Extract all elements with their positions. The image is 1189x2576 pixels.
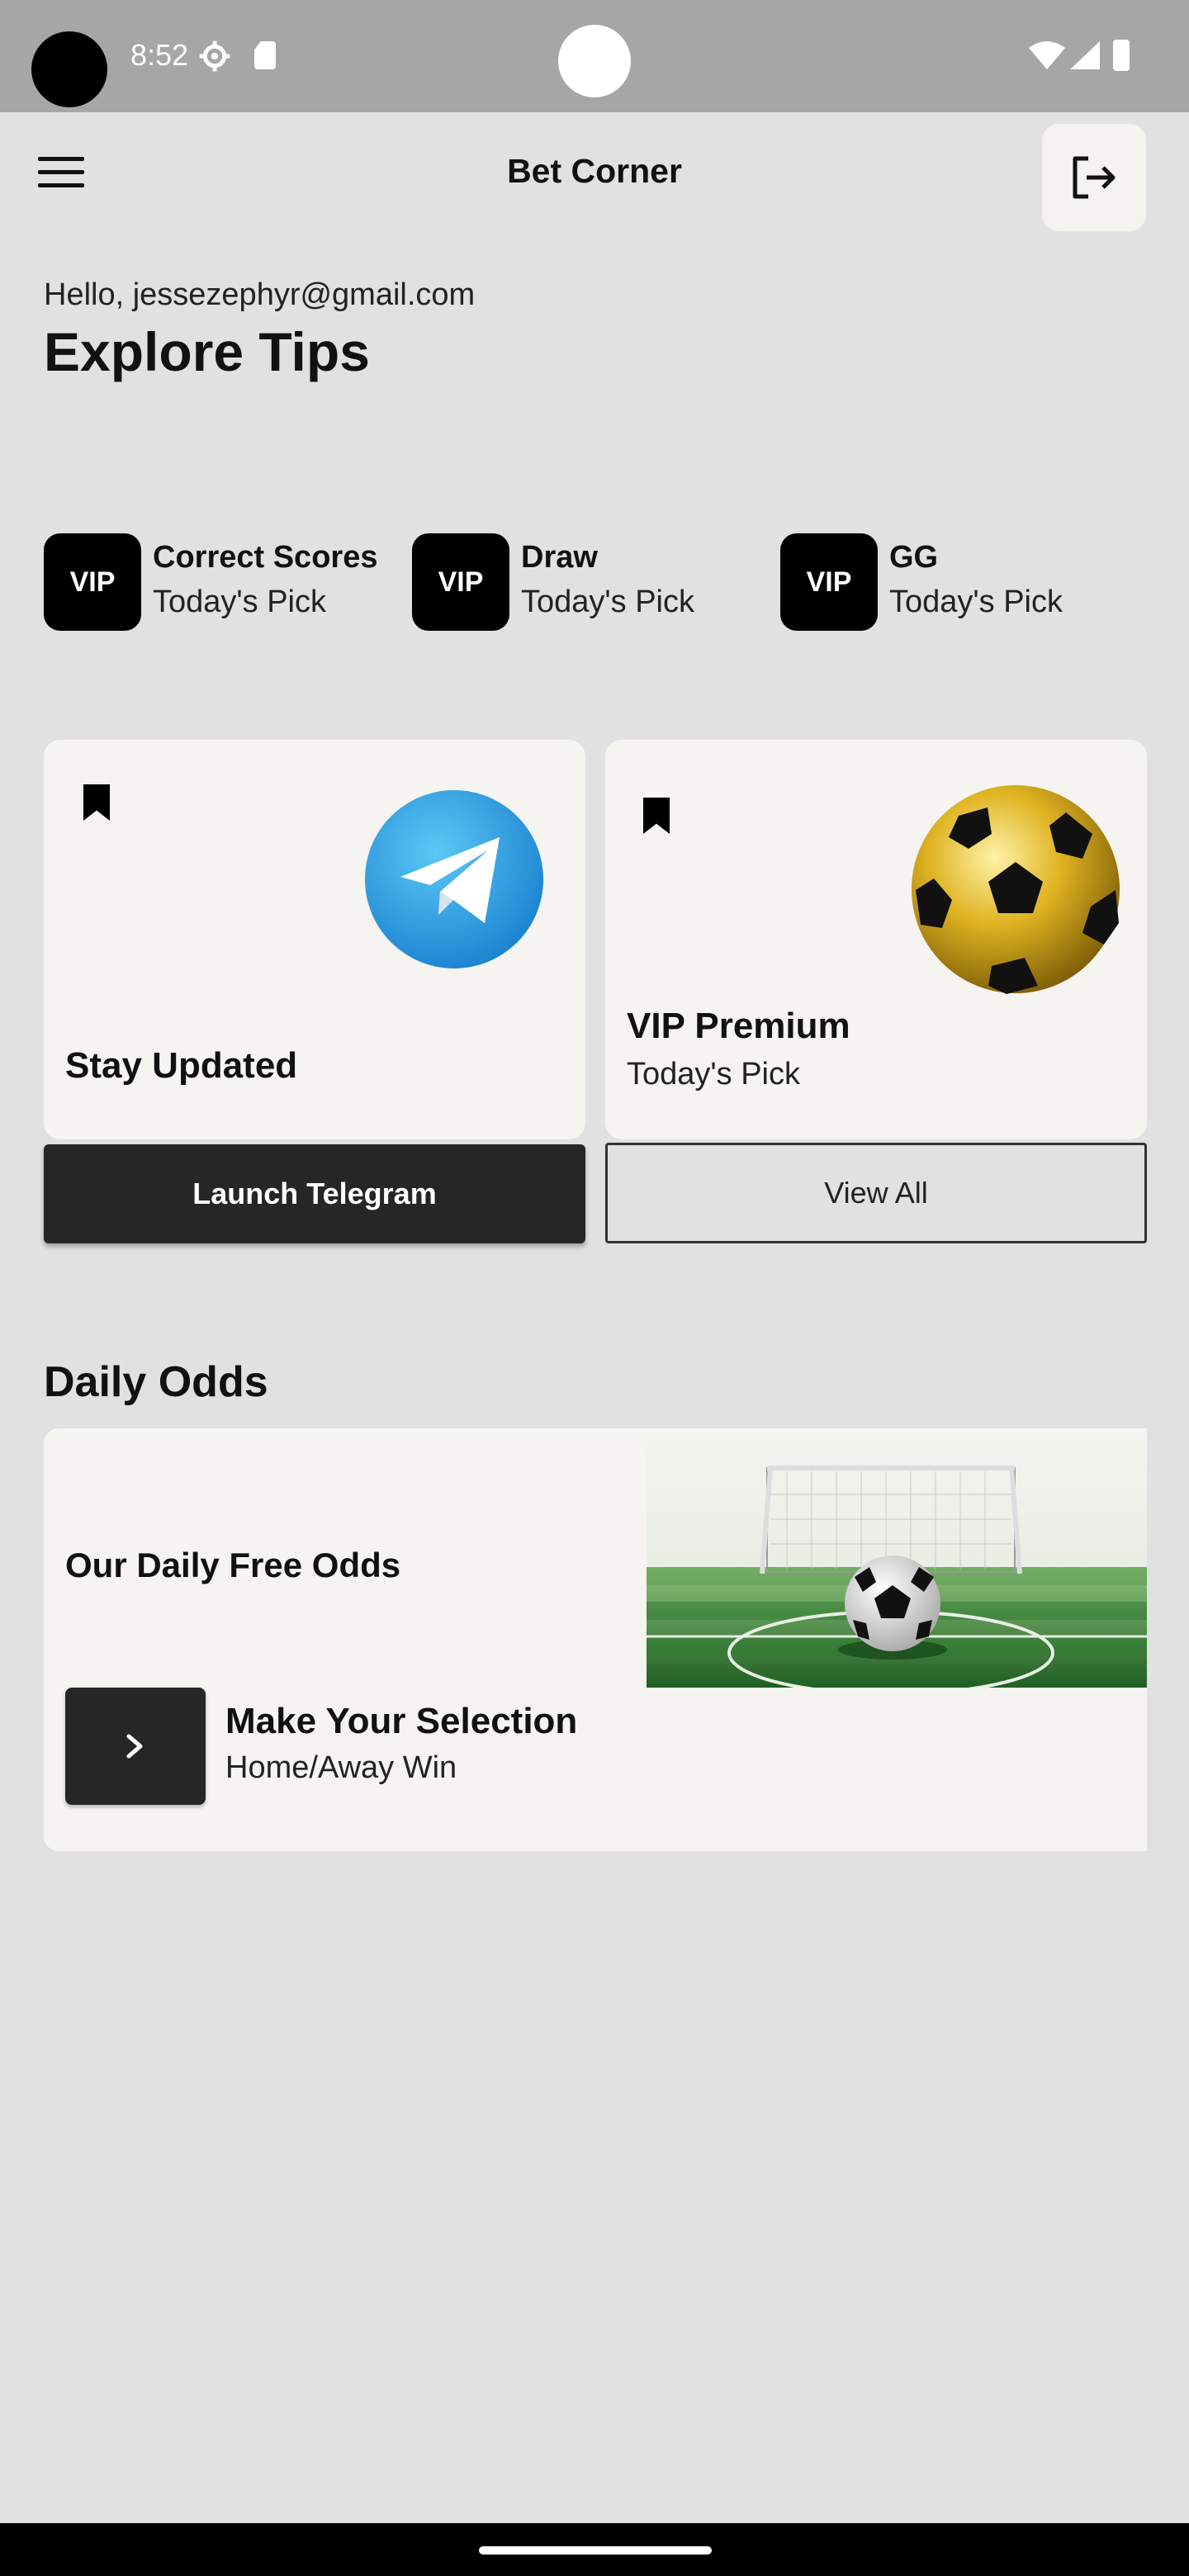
page-title: Explore Tips [44,321,370,382]
status-bar: 8:52 [0,0,1189,112]
view-all-button[interactable]: View All [605,1143,1147,1243]
selection-title: Make Your Selection [225,1701,578,1741]
telegram-card-title: Stay Updated [65,1045,298,1086]
vip-tile-draw[interactable]: VIP Draw Today's Pick [412,533,742,632]
bookmark-icon[interactable] [83,784,110,821]
home-gesture-handle[interactable] [479,2546,712,2555]
vip-badge: VIP [412,533,509,631]
daily-odds-card[interactable]: Our Daily Free Odds Make Your Selection … [44,1428,1147,1851]
launch-telegram-button[interactable]: Launch Telegram [44,1144,585,1243]
vip-badge: VIP [780,533,878,631]
sd-card-icon [254,41,276,69]
wifi-icon [1029,41,1065,69]
vip-tile-title: Correct Scores [153,540,378,575]
vip-tips-row: VIP Correct Scores Today's Pick VIP Draw… [44,533,1183,632]
vip-tile-title: Draw [521,540,598,575]
daily-odds-card-title: Our Daily Free Odds [65,1546,401,1584]
vip-premium-title: VIP Premium [627,1006,850,1046]
battery-icon [1113,40,1130,71]
vip-badge: VIP [44,533,141,631]
system-nav-bar [0,2523,1189,2576]
signal-icon [1070,41,1100,69]
make-selection-button[interactable] [65,1688,206,1805]
status-time: 8:52 [130,38,189,72]
vip-tile-title: GG [889,540,939,575]
logout-button[interactable] [1042,124,1146,231]
vip-tile-subtitle: Today's Pick [521,585,695,619]
football-pitch-image [647,1428,1147,1688]
chevron-right-icon [126,1734,143,1759]
daily-odds-heading: Daily Odds [44,1358,268,1406]
vip-tile-gg[interactable]: VIP GG Today's Pick [780,533,1111,632]
vip-premium-subtitle: Today's Pick [627,1057,801,1091]
settings-icon [199,40,230,72]
vip-tile-subtitle: Today's Pick [153,585,327,619]
telegram-card[interactable]: Stay Updated [44,740,585,1139]
golden-football-image [912,785,1120,994]
vip-tile-correct-scores[interactable]: VIP Correct Scores Today's Pick [44,533,391,632]
logout-icon [1073,156,1116,199]
selection-subtitle: Home/Away Win [225,1750,457,1785]
vip-premium-card[interactable]: VIP Premium Today's Pick [605,740,1147,1139]
camera-cutout [31,31,107,107]
bookmark-icon[interactable] [643,798,670,834]
app-title: Bet Corner [507,152,682,190]
vip-tile-subtitle: Today's Pick [889,585,1063,619]
front-camera [558,25,631,97]
greeting-text: Hello, jessezephyr@gmail.com [44,277,476,312]
telegram-icon [365,790,543,968]
